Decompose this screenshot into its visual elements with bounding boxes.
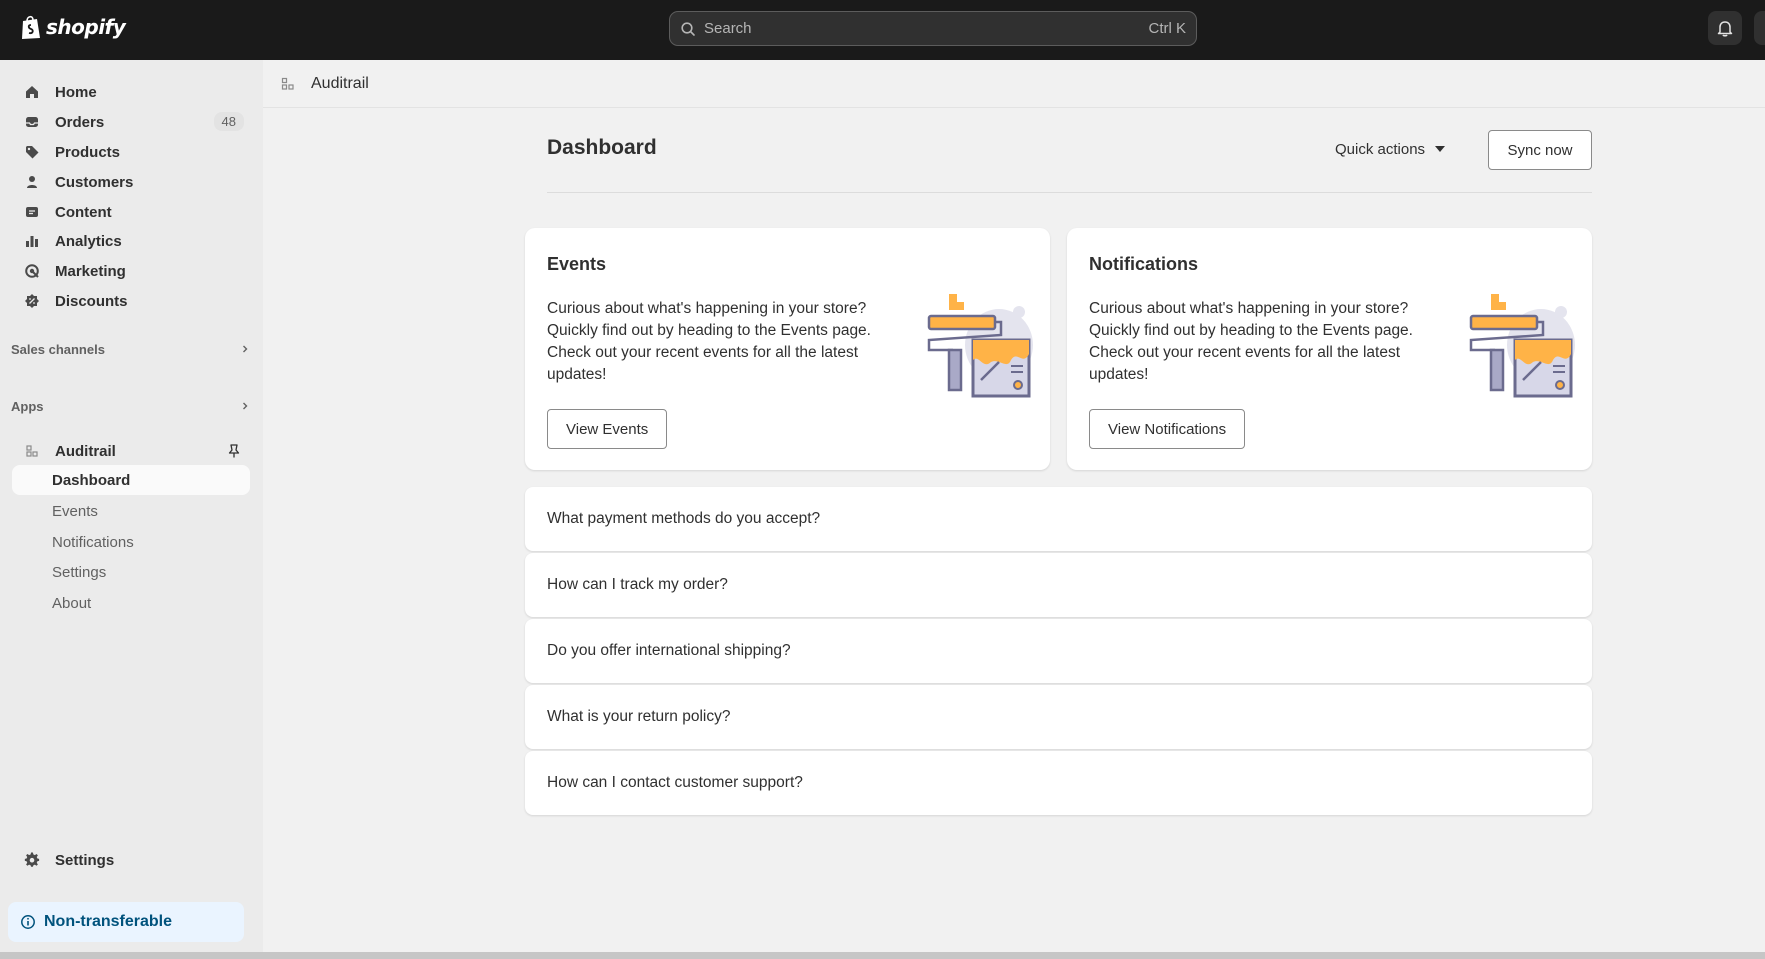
chevron-right-icon <box>243 402 248 410</box>
card-body: Curious about what's happening in your s… <box>1089 300 1413 383</box>
app-grid-icon <box>26 445 38 457</box>
paint-roller-illustration <box>1469 294 1575 398</box>
apps-label: Apps <box>11 398 44 414</box>
sidebar-subitem-notifications[interactable]: Notifications <box>12 527 250 557</box>
app-grid-icon <box>281 77 294 90</box>
sidebar-item-label: Marketing <box>55 262 126 280</box>
search-shortcut: Ctrl K <box>1148 20 1187 37</box>
sales-channels-label: Sales channels <box>11 341 105 357</box>
paint-roller-illustration <box>927 294 1033 398</box>
account-menu-button[interactable] <box>1754 11 1765 45</box>
sidebar-item-marketing[interactable]: Marketing <box>12 256 250 286</box>
non-transferable-label: Non-transferable <box>44 913 173 930</box>
bar-chart-icon <box>26 236 38 247</box>
faq-item[interactable]: How can I contact customer support? <box>525 751 1592 815</box>
top-bar: shopify Search Ctrl K <box>0 0 1765 60</box>
horizontal-scrollbar[interactable] <box>0 952 1765 959</box>
sidebar-subitem-label: Settings <box>52 563 107 581</box>
shopify-logo[interactable]: shopify <box>20 14 126 40</box>
tag-icon <box>26 146 39 159</box>
sales-channels-section[interactable]: Sales channels <box>11 338 251 360</box>
inbox-icon <box>26 117 38 127</box>
content-icon <box>26 207 38 217</box>
pin-icon[interactable] <box>226 443 242 459</box>
sidebar-item-label: Home <box>55 83 97 101</box>
sidebar-item-label: Discounts <box>55 292 128 310</box>
app-title: Auditrail <box>311 74 369 92</box>
sidebar-item-discounts[interactable]: Discounts <box>12 286 250 316</box>
discount-icon <box>25 294 39 308</box>
sidebar: Home Orders 48 Products Customers Conten… <box>0 60 263 959</box>
sidebar-subitem-events[interactable]: Events <box>12 496 250 526</box>
gear-icon <box>24 852 40 867</box>
info-icon <box>21 915 35 929</box>
chevron-right-icon <box>243 345 248 353</box>
card-title: Notifications <box>1089 254 1199 274</box>
logo-text: shopify <box>46 15 126 39</box>
sidebar-subitem-label: About <box>52 594 92 612</box>
caret-down-icon <box>1435 146 1446 152</box>
sidebar-subitem-label: Dashboard <box>52 471 131 489</box>
sidebar-subitem-dashboard[interactable]: Dashboard <box>12 465 250 495</box>
faq-item[interactable]: Do you offer international shipping? <box>525 619 1592 683</box>
sidebar-item-label: Products <box>55 143 121 161</box>
apps-section[interactable]: Apps <box>11 395 251 417</box>
sidebar-item-label: Analytics <box>55 232 122 250</box>
faq-item[interactable]: What payment methods do you accept? <box>525 487 1592 551</box>
sidebar-item-customers[interactable]: Customers <box>12 167 250 197</box>
home-icon <box>26 86 38 98</box>
card-body: Curious about what's happening in your s… <box>547 300 871 383</box>
sidebar-item-home[interactable]: Home <box>12 77 250 107</box>
sidebar-item-label: Customers <box>55 173 134 191</box>
notifications-card: Notifications Curious about what's happe… <box>1067 228 1592 470</box>
non-transferable-banner[interactable]: Non-transferable <box>8 902 244 942</box>
shopify-bag-icon <box>22 15 40 39</box>
sidebar-item-label: Orders <box>55 113 105 131</box>
sidebar-subitem-label: Events <box>52 502 98 520</box>
sidebar-app-auditrail[interactable]: Auditrail <box>12 436 250 466</box>
sidebar-subitem-about[interactable]: About <box>12 588 250 618</box>
sidebar-item-orders[interactable]: Orders 48 <box>12 107 250 137</box>
app-title-bar: Auditrail <box>263 60 1765 108</box>
sidebar-item-settings[interactable]: Settings <box>12 845 250 875</box>
sidebar-item-label: Content <box>55 203 112 221</box>
bell-icon <box>1717 21 1733 37</box>
sync-now-button[interactable]: Sync now <box>1488 130 1592 170</box>
faq-item[interactable]: How can I track my order? <box>525 553 1592 617</box>
search-placeholder: Search <box>704 20 752 37</box>
view-events-button[interactable]: View Events <box>547 409 668 449</box>
target-icon <box>25 264 39 278</box>
orders-count-badge: 48 <box>213 112 244 131</box>
view-notifications-button[interactable]: View Notifications <box>1089 409 1246 449</box>
app-name-label: Auditrail <box>55 442 116 460</box>
sidebar-item-label: Settings <box>55 851 115 869</box>
sidebar-item-content[interactable]: Content <box>12 197 250 227</box>
events-card: Events Curious about what's happening in… <box>525 228 1050 470</box>
card-title: Events <box>547 254 607 274</box>
quick-actions-dropdown[interactable]: Quick actions <box>1335 132 1446 166</box>
header-divider <box>547 192 1592 193</box>
sidebar-item-products[interactable]: Products <box>12 137 250 167</box>
faq-item[interactable]: What is your return policy? <box>525 685 1592 749</box>
sidebar-item-analytics[interactable]: Analytics <box>12 226 250 256</box>
sidebar-subitem-label: Notifications <box>52 533 134 551</box>
quick-actions-label: Quick actions <box>1335 140 1426 158</box>
sidebar-subitem-settings[interactable]: Settings <box>12 557 250 587</box>
search-bar[interactable]: Search Ctrl K <box>669 11 1197 46</box>
notifications-button[interactable] <box>1708 11 1742 45</box>
page-title: Dashboard <box>547 136 657 159</box>
person-icon <box>27 176 37 188</box>
search-icon <box>681 21 695 36</box>
